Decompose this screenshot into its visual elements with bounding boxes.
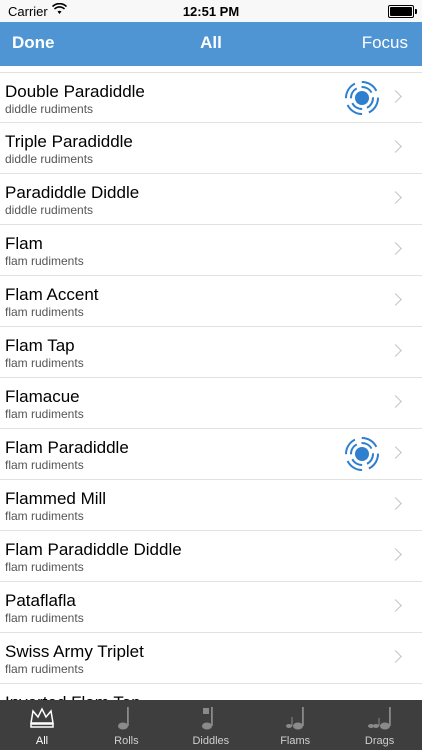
list-item[interactable]: Flamacue flam rudiments <box>0 378 422 429</box>
list-item[interactable]: Flam Accent flam rudiments <box>0 276 422 327</box>
page-title: All <box>200 33 222 52</box>
rudiment-name: Flam Paradiddle Diddle <box>5 540 182 559</box>
rudiment-category: flam rudiments <box>5 407 84 421</box>
rudiment-name: Swiss Army Triplet <box>5 642 144 661</box>
status-time: 12:51 PM <box>182 4 240 19</box>
tab-bar: All Rolls Diddles Flams Drags <box>0 700 422 750</box>
chevron-right-icon <box>389 497 402 510</box>
status-bar: Carrier 12:51 PM <box>0 0 422 22</box>
list-item[interactable]: Double Paradiddle diddle rudiments <box>0 72 422 123</box>
rudiment-name: Double Paradiddle <box>5 82 145 101</box>
tab-all[interactable]: All <box>0 700 84 750</box>
tab-rolls[interactable]: Rolls <box>84 700 168 750</box>
list-item[interactable]: Flammed Mill flam rudiments <box>0 480 422 531</box>
tab-diddles[interactable]: Diddles <box>169 700 253 750</box>
rudiment-category: flam rudiments <box>5 662 84 676</box>
rudiment-name: Flam Accent <box>5 285 99 304</box>
rudiment-category: flam rudiments <box>5 509 84 523</box>
rudiment-category: diddle rudiments <box>5 203 94 217</box>
tab-drags[interactable]: Drags <box>338 700 422 750</box>
tab-flams[interactable]: Flams <box>253 700 337 750</box>
rudiment-category: flam rudiments <box>5 305 84 319</box>
chevron-right-icon <box>389 191 402 204</box>
tab-label: Drags <box>364 735 395 747</box>
rudiment-name: Paradiddle Diddle <box>5 183 140 202</box>
focus-target-icon[interactable] <box>344 80 380 116</box>
list-item[interactable]: Flam Paradiddle Diddle flam rudiments <box>0 531 422 582</box>
list-item[interactable]: Pataflafla flam rudiments <box>0 582 422 633</box>
battery-icon <box>388 5 417 18</box>
rudiment-name: Pataflafla <box>5 591 76 610</box>
focus-button[interactable]: Focus <box>362 33 408 53</box>
tab-label: All <box>35 735 49 747</box>
rudiment-category: flam rudiments <box>5 356 84 370</box>
rudiment-name: Inverted Flam Tap <box>5 693 141 700</box>
rudiment-category: flam rudiments <box>5 458 84 472</box>
list-item[interactable]: Paradiddle Diddle diddle rudiments <box>0 174 422 225</box>
rudiment-name: Triple Paradiddle <box>5 132 133 151</box>
chevron-right-icon <box>389 242 402 255</box>
tab-label: Rolls <box>114 735 139 747</box>
rudiment-name: Flammed Mill <box>5 489 107 508</box>
chevron-right-icon <box>389 446 402 459</box>
list-item[interactable]: Inverted Flam Tap <box>0 684 422 700</box>
rudiment-name: Flam Tap <box>5 336 75 355</box>
chevron-right-icon <box>389 140 402 153</box>
list-item[interactable]: Flam Tap flam rudiments <box>0 327 422 378</box>
navigation-bar: Done All Focus <box>0 22 422 66</box>
chevron-right-icon <box>389 548 402 561</box>
rudiment-name: Flam Paradiddle <box>5 438 129 457</box>
rudiment-list[interactable]: Double Paradiddle diddle rudiments Triple … <box>0 66 422 700</box>
chevron-right-icon <box>389 293 402 306</box>
chevron-right-icon <box>389 599 402 612</box>
tab-label: Diddles <box>192 735 230 747</box>
rudiment-category: flam rudiments <box>5 611 84 625</box>
chevron-right-icon <box>389 650 402 663</box>
rudiment-category: diddle rudiments <box>5 102 94 116</box>
rudiment-name: Flamacue <box>5 387 80 406</box>
list-item[interactable]: Triple Paradiddle diddle rudiments <box>0 123 422 174</box>
rudiment-category: diddle rudiments <box>5 152 94 166</box>
chevron-right-icon <box>389 90 402 103</box>
tab-label: Flams <box>280 735 311 747</box>
chevron-right-icon <box>389 395 402 408</box>
list-item[interactable]: Swiss Army Triplet flam rudiments <box>0 633 422 684</box>
list-item[interactable]: Flam Paradiddle flam rudiments <box>0 429 422 480</box>
chevron-right-icon <box>389 344 402 357</box>
list-item[interactable]: Flam flam rudiments <box>0 225 422 276</box>
rudiment-category: flam rudiments <box>5 560 84 574</box>
rudiment-category: flam rudiments <box>5 254 84 268</box>
focus-target-icon[interactable] <box>344 436 380 472</box>
rudiment-name: Flam <box>5 234 43 253</box>
